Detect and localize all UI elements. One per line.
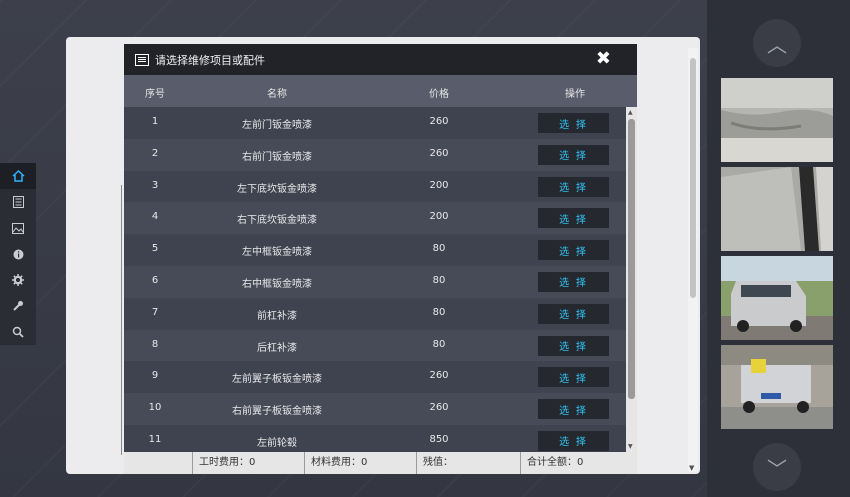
table-row: 10 右前翼子板钣金喷漆 260 选 择 [124,393,626,425]
select-button[interactable]: 选 择 [538,399,609,420]
row-name: 左前门钣金喷漆 [242,120,312,131]
material-cost: 材料费用：0 [304,452,367,474]
select-button[interactable]: 选 择 [538,430,609,451]
car-side-panel-photo[interactable] [721,167,833,251]
row-price: 80 [432,243,446,255]
row-name: 右前门钣金喷漆 [242,151,312,163]
row-price: 260 [429,116,449,127]
total-amount: 合计全额：0 [520,452,583,474]
select-button[interactable]: 选 择 [538,113,609,133]
row-price: 200 [429,179,449,191]
table-row: 11 左前轮毂 850 选 择 [124,424,626,452]
tools-icon[interactable] [0,293,36,319]
row-index: 11 [148,433,162,445]
row-index: 2 [151,147,159,159]
car-door-dent-photo[interactable] [721,78,833,162]
minivan-front-photo[interactable] [721,256,833,340]
select-button[interactable]: 选 择 [538,240,609,261]
row-index: 4 [151,211,159,223]
panel-divider [121,185,122,455]
select-button[interactable]: 选 择 [538,335,609,356]
row-price: 260 [429,370,449,382]
row-name: 右下底坎钣金喷漆 [237,215,317,227]
dialog-title: 请选择维修项目或配件 [155,53,265,67]
row-name: 左下底坎钣金喷漆 [237,183,317,195]
table-body: 1 左前门钣金喷漆 260 选 择 2 右前门钣金喷漆 260 选 择 3 左下… [124,107,626,452]
totals-bar: 工时费用：0 材料费用：0 残值： 合计全额：0 [124,452,637,474]
panel-scrollbar-thumb[interactable] [690,58,696,298]
select-button[interactable]: 选 择 [538,176,609,197]
row-price: 80 [432,338,446,350]
column-index: 序号 [145,89,165,100]
home-icon[interactable] [0,163,36,189]
panel-scrollbar[interactable]: ▼ [688,48,698,472]
row-index: 10 [148,402,162,414]
row-name: 前杠补漆 [257,310,297,322]
select-repair-dialog: 请选择维修项目或配件 ✖ 序号 名称 价格 操作 1 左前门钣金喷漆 260 选… [124,44,637,474]
list-icon [135,53,149,66]
row-index: 5 [151,243,159,255]
row-name: 右中框钣金喷漆 [242,278,312,290]
row-name: 后杠补漆 [257,342,297,354]
row-name: 右前翼子板钣金喷漆 [232,406,322,418]
row-index: 7 [151,306,159,318]
row-price: 260 [429,147,449,159]
select-button[interactable]: 选 择 [538,271,609,292]
column-name: 名称 [267,89,287,100]
row-index: 1 [151,116,159,127]
scroll-up-arrow-icon[interactable]: ▲ [628,109,633,116]
list-icon[interactable] [0,189,36,215]
chevron-up-icon: ︿ [767,32,787,57]
select-button[interactable]: 选 择 [538,144,609,165]
table-row: 3 左下底坎钣金喷漆 200 选 择 [124,170,626,203]
search-icon[interactable] [0,319,36,345]
gear-icon[interactable] [0,267,36,293]
chevron-down-icon: ﹀ [767,456,787,481]
row-name: 左中框钣金喷漆 [242,247,312,259]
row-price: 850 [429,433,449,445]
table-scrollbar[interactable]: ▲ ▼ [626,107,637,452]
residual-value: 残值： [416,452,453,474]
gallery-up-button[interactable]: ︿ [753,19,801,67]
scroll-down-arrow-icon[interactable]: ▼ [628,443,633,450]
select-button[interactable]: 选 择 [538,367,609,388]
labor-cost: 工时费用：0 [192,452,255,474]
row-index: 6 [151,274,159,286]
row-price: 80 [432,306,446,318]
table-row: 9 左前翼子板钣金喷漆 260 选 择 [124,361,626,394]
column-price: 价格 [429,89,449,100]
row-price: 260 [429,402,449,414]
select-button[interactable]: 选 择 [538,303,609,324]
table-row: 6 右中框钣金喷漆 80 选 择 [124,265,626,298]
column-action: 操作 [565,89,585,100]
table-row: 5 左中框钣金喷漆 80 选 择 [124,234,626,266]
table-scrollbar-thumb[interactable] [628,119,635,399]
row-index: 9 [151,370,159,382]
row-price: 200 [429,211,449,223]
table-row: 8 后杠补漆 80 选 择 [124,329,626,362]
table-row: 1 左前门钣金喷漆 260 选 择 [124,107,626,139]
table-row: 7 前杠补漆 80 选 择 [124,297,626,330]
table-row: 4 右下底坎钣金喷漆 200 选 择 [124,202,626,235]
image-icon[interactable] [0,215,36,241]
row-index: 8 [151,338,159,350]
dialog-header: 请选择维修项目或配件 ✖ [124,44,637,75]
info-icon[interactable] [0,241,36,267]
select-button[interactable]: 选 择 [538,208,609,229]
row-name: 左前翼子板钣金喷漆 [232,374,322,386]
scroll-down-arrow-icon[interactable]: ▼ [689,464,694,472]
table-header: 序号 名称 价格 操作 [124,75,637,107]
row-name: 左前轮毂 [257,437,297,449]
row-index: 3 [151,179,159,191]
close-button[interactable]: ✖ [596,49,611,69]
table-row: 2 右前门钣金喷漆 260 选 择 [124,138,626,171]
pickup-rear-photo[interactable] [721,345,833,429]
row-price: 80 [432,274,446,286]
gallery-down-button[interactable]: ﹀ [753,443,801,491]
left-toolbar [0,163,36,345]
